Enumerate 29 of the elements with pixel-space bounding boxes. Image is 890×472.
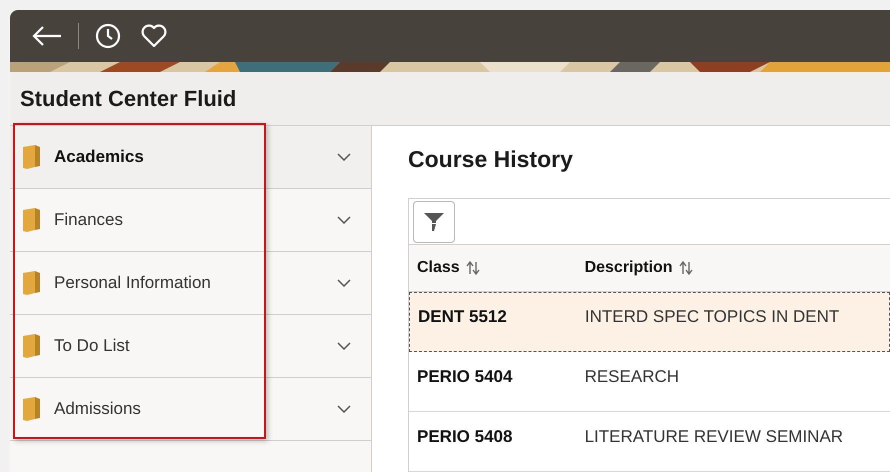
folder-icon — [21, 145, 41, 169]
sort-icon[interactable] — [466, 261, 480, 275]
filter-button[interactable] — [413, 200, 455, 242]
column-header: Class — [417, 259, 460, 277]
folder-icon — [21, 208, 41, 232]
table-cell-text: LITERATURE REVIEW SEMINAR — [584, 426, 844, 446]
folder-icon — [21, 397, 41, 421]
chevron-down-icon — [337, 405, 351, 413]
chevron-down-icon — [337, 342, 351, 350]
table-row[interactable]: DENT 5512 INTERD SPEC TOPICS IN DENT — [409, 292, 890, 352]
table-cell-text: DENT 5512 — [417, 307, 508, 327]
folder-icon — [21, 271, 41, 295]
folder-icon — [21, 334, 41, 358]
section-title: Course History — [408, 146, 574, 174]
sidebar-item[interactable]: Academics — [10, 126, 371, 189]
table-cell-text: PERIO 5408 — [416, 426, 514, 446]
filter-icon — [423, 212, 445, 232]
page-title: Student Center Fluid — [20, 86, 236, 112]
table-cell-text: RESEARCH — [584, 366, 680, 386]
table-cell-text: INTERD SPEC TOPICS IN DENT — [584, 307, 840, 327]
favorite-button[interactable] — [141, 24, 167, 48]
back-button[interactable] — [32, 25, 62, 47]
column-header: Description — [584, 259, 673, 277]
sort-icon[interactable] — [678, 261, 693, 275]
history-button[interactable] — [95, 23, 121, 49]
table-cell-text: PERIO 5404 — [416, 366, 514, 386]
chevron-down-icon — [337, 153, 351, 161]
chevron-down-icon — [337, 216, 351, 224]
chevron-down-icon — [337, 279, 351, 287]
